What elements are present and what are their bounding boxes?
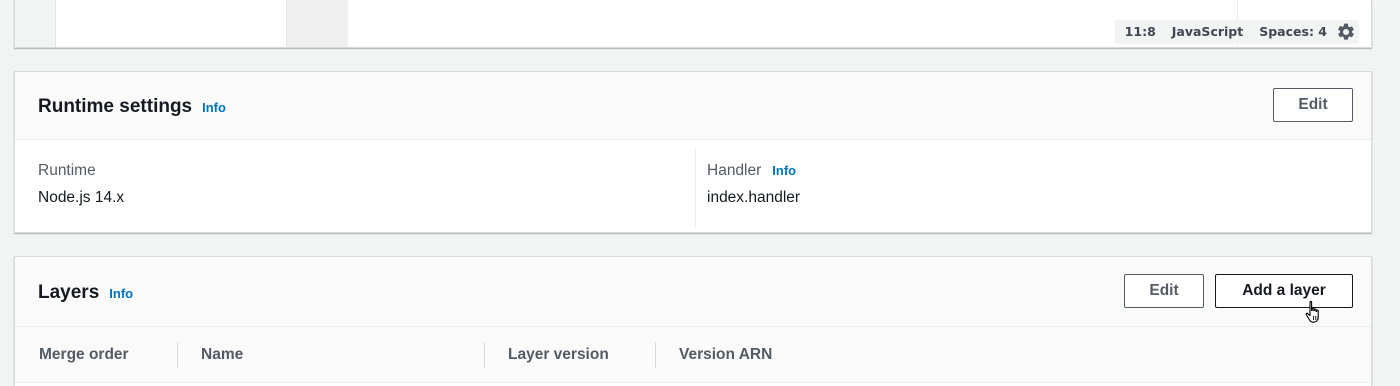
column-name[interactable]: Name xyxy=(201,327,243,383)
layers-edit-button[interactable]: Edit xyxy=(1124,274,1204,308)
runtime-settings-edit-button[interactable]: Edit xyxy=(1273,88,1353,122)
add-layer-button[interactable]: Add a layer xyxy=(1215,274,1353,308)
column-layer-version[interactable]: Layer version xyxy=(508,327,609,383)
cursor-position: 11:8 xyxy=(1124,24,1156,39)
runtime-label: Runtime xyxy=(38,162,96,179)
handler-field: Handler Info index.handler xyxy=(695,148,1371,227)
gear-icon[interactable] xyxy=(1335,21,1357,43)
column-merge-order[interactable]: Merge order xyxy=(39,327,129,383)
column-divider[interactable] xyxy=(655,342,656,368)
runtime-settings-panel: Runtime settings Info Edit Runtime Node.… xyxy=(14,71,1372,233)
layers-panel: Layers Info Edit Add a layer Merge order… xyxy=(14,256,1372,386)
layers-info-link[interactable]: Info xyxy=(109,286,133,301)
indentation-setting[interactable]: Spaces: 4 xyxy=(1251,20,1335,44)
layers-title: Layers xyxy=(38,282,100,303)
editor-gutter-secondary xyxy=(286,0,348,47)
column-version-arn[interactable]: Version ARN xyxy=(679,327,772,383)
editor-status-bar: 11:8 JavaScript Spaces: 4 xyxy=(1114,20,1359,44)
column-divider[interactable] xyxy=(177,342,178,368)
handler-info-link[interactable]: Info xyxy=(772,163,796,178)
editor-gutter xyxy=(15,0,56,47)
runtime-settings-info-link[interactable]: Info xyxy=(202,100,226,115)
language-mode[interactable]: JavaScript xyxy=(1164,20,1251,44)
runtime-settings-title-group: Runtime settings Info xyxy=(38,96,226,118)
code-editor-panel: 11:8 JavaScript Spaces: 4 xyxy=(14,0,1372,48)
handler-label: Handler xyxy=(707,162,762,179)
layers-table-header: Merge order Name Layer version Version A… xyxy=(15,327,1371,383)
handler-value: index.handler xyxy=(707,189,801,206)
layers-title-group: Layers Info xyxy=(38,282,133,304)
runtime-value: Node.js 14.x xyxy=(38,189,125,206)
column-divider[interactable] xyxy=(484,342,485,368)
layers-header: Layers Info Edit Add a layer xyxy=(15,257,1371,327)
runtime-settings-title: Runtime settings xyxy=(38,96,193,117)
runtime-field: Runtime Node.js 14.x xyxy=(15,140,695,233)
runtime-settings-header: Runtime settings Info Edit xyxy=(15,72,1371,140)
